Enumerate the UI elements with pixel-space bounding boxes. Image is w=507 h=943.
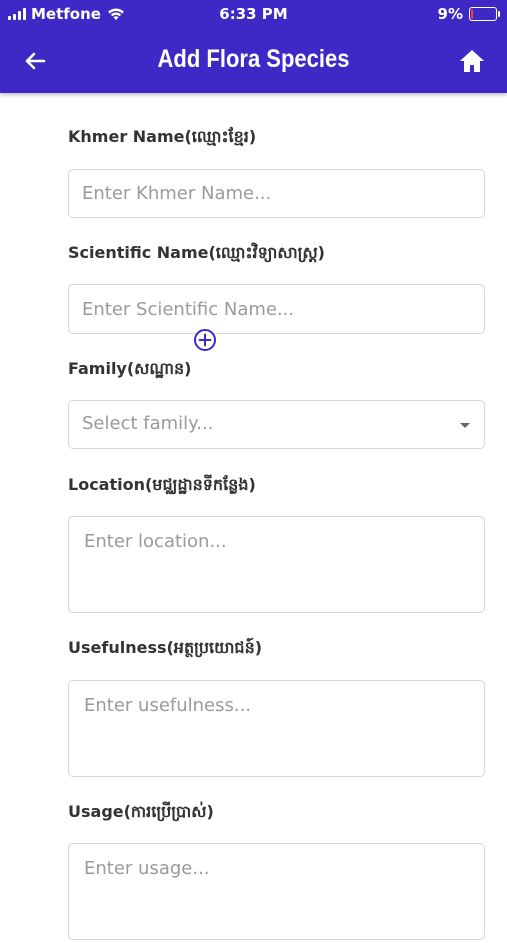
location-field [68, 516, 485, 613]
battery-percent: 9% [437, 5, 463, 23]
plus-circle-icon[interactable] [193, 328, 217, 352]
usage-field [68, 843, 485, 940]
family-select-value: Select family... [82, 413, 214, 434]
status-right: 9% [437, 5, 500, 23]
status-bar: Metfone 6:33 PM 9% [0, 0, 507, 28]
battery-icon [469, 7, 500, 21]
khmer-name-label: Khmer Name(ឈ្មោះខ្មែរ) [68, 127, 257, 146]
app-header: Metfone 6:33 PM 9% Add Flora Species [0, 0, 507, 93]
nav-bar: Add Flora Species [0, 28, 507, 93]
scientific-name-label: Scientific Name(ឈ្មោះវិទ្យាសាស្ត្រ) [68, 243, 325, 262]
status-time: 6:33 PM [219, 5, 288, 23]
family-select[interactable]: Select family... [68, 400, 485, 449]
home-icon[interactable] [457, 46, 487, 76]
battery-fill [471, 9, 473, 19]
usage-input[interactable] [69, 844, 484, 939]
usefulness-input[interactable] [69, 681, 484, 776]
khmer-name-input[interactable] [69, 170, 484, 217]
usefulness-field [68, 680, 485, 777]
chevron-down-icon [460, 423, 470, 428]
usefulness-label: Usefulness(អត្ថប្រយោជន៍) [68, 638, 263, 657]
khmer-name-field [68, 169, 485, 218]
usage-label: Usage(ការប្រើប្រាស់) [68, 802, 214, 821]
family-label: Family(សណ្ឋាន) [68, 359, 192, 378]
scientific-name-input[interactable] [69, 285, 484, 333]
page-title: Add Flora Species [157, 45, 350, 73]
scientific-name-field [68, 284, 485, 334]
location-label: Location(មជ្ឈដ្ឋានទីកន្លែង) [68, 475, 256, 494]
location-input[interactable] [69, 517, 484, 612]
